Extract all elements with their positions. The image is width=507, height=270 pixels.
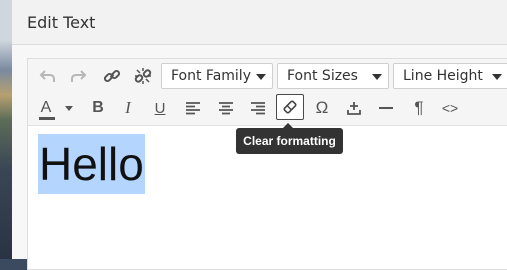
font-sizes-label: Font Sizes xyxy=(287,68,358,84)
chevron-down-icon xyxy=(492,74,502,80)
source-code-button[interactable]: <> xyxy=(438,96,462,120)
align-left-icon[interactable] xyxy=(181,96,205,120)
italic-button[interactable]: I xyxy=(116,96,140,120)
horizontal-line-icon[interactable] xyxy=(374,96,398,120)
paragraph-button[interactable]: ¶ xyxy=(407,96,431,120)
color-swatch xyxy=(38,117,55,120)
clear-formatting-button[interactable] xyxy=(276,94,304,120)
special-character-button[interactable]: Ω xyxy=(310,96,334,120)
text-color-dropdown[interactable] xyxy=(62,96,76,120)
text-color-letter: A xyxy=(40,99,52,116)
insert-below-icon[interactable] xyxy=(342,96,366,120)
font-family-label: Font Family xyxy=(171,68,251,84)
align-right-icon[interactable] xyxy=(246,96,270,120)
unlink-icon[interactable] xyxy=(131,64,155,88)
chevron-down-icon xyxy=(65,105,73,111)
chevron-down-icon xyxy=(372,74,382,80)
tooltip-text: Clear formatting xyxy=(243,134,336,148)
tooltip: Clear formatting xyxy=(236,123,343,154)
font-sizes-select[interactable]: Font Sizes xyxy=(277,63,389,89)
selected-text[interactable]: Hello xyxy=(38,134,145,194)
text-color-button[interactable]: A xyxy=(36,96,56,120)
chevron-down-icon xyxy=(256,74,266,80)
bold-button[interactable]: B xyxy=(86,96,110,120)
undo-icon[interactable] xyxy=(36,64,60,88)
line-height-select[interactable]: Line Height xyxy=(393,63,507,89)
align-center-icon[interactable] xyxy=(214,96,238,120)
redo-icon[interactable] xyxy=(66,64,90,88)
font-family-select[interactable]: Font Family xyxy=(161,63,273,89)
eraser-icon xyxy=(283,100,297,114)
tooltip-arrow xyxy=(283,123,293,128)
link-icon[interactable] xyxy=(100,64,124,88)
line-height-label: Line Height xyxy=(403,68,483,84)
underline-button[interactable]: U xyxy=(148,96,172,120)
dialog-title: Edit Text xyxy=(27,13,96,32)
